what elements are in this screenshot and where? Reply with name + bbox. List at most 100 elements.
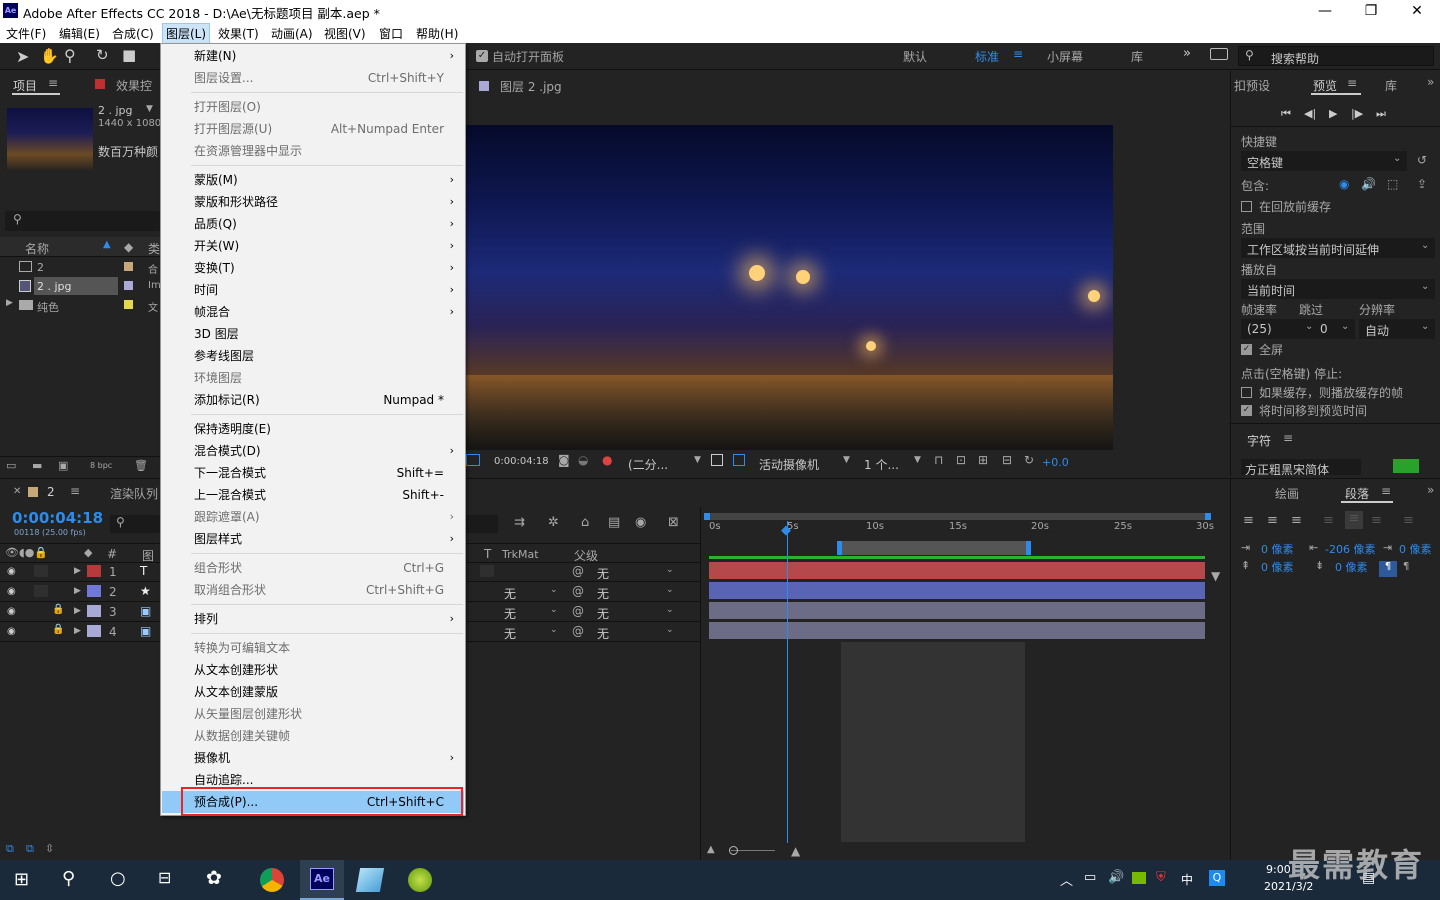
resolution-dropdown[interactable]: (二分... <box>628 456 668 473</box>
nvidia-icon[interactable] <box>1132 872 1146 884</box>
range-dropdown[interactable]: 工作区域按当前时间延伸 ⌄ <box>1241 238 1435 258</box>
volume-icon[interactable]: 🔊 <box>1108 870 1124 885</box>
menu-item[interactable]: 开关(W) › <box>162 235 464 257</box>
maximize-button[interactable]: ❐ <box>1348 0 1394 22</box>
indent-first-value[interactable]: -206 像素 <box>1325 541 1375 557</box>
menu-view[interactable]: 视图(V) <box>324 25 366 42</box>
visibility-icon[interactable]: ◉ <box>7 586 16 597</box>
justify-right-icon[interactable]: ≡ <box>1371 513 1382 528</box>
motion-blur-icon[interactable]: ◉ <box>635 515 646 530</box>
ime-indicator[interactable]: 中 <box>1181 871 1193 888</box>
menu-edit[interactable]: 编辑(E) <box>59 25 100 42</box>
play-from-dropdown[interactable]: 当前时间 ⌄ <box>1241 279 1435 299</box>
layer-bar-3[interactable] <box>709 602 1205 619</box>
panel-menu-icon[interactable]: ≡ <box>1381 484 1391 498</box>
paragraph-tab[interactable]: 段落 <box>1345 485 1369 502</box>
frame-blend-icon[interactable]: ▤ <box>608 515 620 530</box>
render-queue-tab[interactable]: 渲染队列 <box>110 485 158 502</box>
comp-marker-bin-icon[interactable]: ▼ <box>1211 569 1220 583</box>
timeline-tab[interactable]: 2 <box>47 485 55 499</box>
project-item[interactable]: ▶ 纯色 文 <box>0 296 160 316</box>
menu-item[interactable]: 混合模式(D) › <box>162 440 464 462</box>
label-color[interactable] <box>87 585 101 597</box>
auto-open-checkbox[interactable]: ✓ <box>476 50 488 62</box>
chevron-down-icon[interactable]: ⌄ <box>666 565 674 575</box>
menu-item[interactable]: 变换(T) › <box>162 257 464 279</box>
toggle-pixel-icon[interactable]: ⊓ <box>934 453 943 467</box>
chevron-down-icon[interactable]: ▼ <box>694 455 701 465</box>
sync-settings-icon[interactable] <box>1210 48 1228 60</box>
interpret-footage-icon[interactable]: ▭ <box>6 459 16 472</box>
lock-toggle[interactable] <box>34 585 48 597</box>
label-color[interactable] <box>87 625 101 637</box>
if-cache-checkbox[interactable] <box>1241 387 1252 398</box>
indent-left-value[interactable]: 0 像素 <box>1261 541 1294 557</box>
menu-item[interactable]: 蒙版(M) › <box>162 169 464 191</box>
visibility-icon[interactable]: ◉ <box>7 566 16 577</box>
navigator-start-handle[interactable] <box>704 513 710 520</box>
layer-bar-2[interactable] <box>709 582 1205 599</box>
reset-exposure-icon[interactable]: ⊡ <box>956 453 966 467</box>
resolution-dropdown[interactable]: 自动 ⌄ <box>1359 319 1435 339</box>
menu-item[interactable]: 品质(Q) › <box>162 213 464 235</box>
effect-controls-tab[interactable]: 效果控 <box>116 77 152 94</box>
effects-presets-tab[interactable]: 扣预设 <box>1234 77 1270 94</box>
expand-arrow-icon[interactable]: ▶ <box>74 606 81 616</box>
panel-menu-icon[interactable]: ≡ <box>70 484 80 498</box>
pickwhip-icon[interactable]: @ <box>572 564 584 578</box>
fullscreen-checkbox[interactable]: ✓ <box>1241 344 1252 355</box>
new-folder-icon[interactable]: ▬ <box>32 459 42 472</box>
chevron-down-icon[interactable]: ⌄ <box>550 625 558 635</box>
project-item[interactable]: 2 . jpg Im <box>0 277 161 297</box>
menu-item[interactable]: 蒙版和形状路径 › <box>162 191 464 213</box>
menu-item[interactable]: 新建(N) › <box>162 45 464 67</box>
chevron-down-icon[interactable]: ▼ <box>843 455 850 465</box>
new-comp-icon[interactable]: ▣ <box>58 459 68 472</box>
timeline-icon[interactable]: ⊟ <box>1002 453 1012 467</box>
next-frame-icon[interactable]: |▶ <box>1351 107 1363 120</box>
chevron-down-icon[interactable]: ⌄ <box>666 605 674 615</box>
panel-menu-icon[interactable]: ≡ <box>1347 76 1357 90</box>
menu-help[interactable]: 帮助(H) <box>416 25 458 42</box>
label-color[interactable] <box>87 565 101 577</box>
region-of-interest-icon[interactable] <box>466 454 480 466</box>
flowchart-icon[interactable]: ⊞ <box>978 453 988 467</box>
workspace-default[interactable]: 默认 <box>903 48 927 65</box>
navigator-end-handle[interactable] <box>1205 513 1211 520</box>
menu-animation[interactable]: 动画(A) <box>271 25 313 42</box>
time-graph[interactable]: 0s 5s 10s 15s 20s 25s 30s ◆ ▼ ▲ ▲ <box>700 507 1230 861</box>
fps-dropdown[interactable]: (25) ⌄ <box>1241 319 1319 339</box>
play-icon[interactable]: ▶ <box>1329 107 1337 120</box>
bpc-label[interactable]: 8 bpc <box>90 461 112 470</box>
security-icon[interactable]: ⛨ <box>1156 870 1166 885</box>
timeline-search-ext[interactable] <box>466 515 498 533</box>
menu-item[interactable]: 3D 图层 <box>162 323 464 345</box>
chevron-down-icon[interactable]: ⌄ <box>550 585 558 595</box>
parent-dropdown[interactable]: 无 <box>597 625 609 642</box>
task-view-icon[interactable]: ⊟ <box>158 868 171 887</box>
expand-arrow-icon[interactable]: ▶ <box>74 586 81 596</box>
preview-tab[interactable]: 预览 <box>1313 77 1337 94</box>
menu-composition[interactable]: 合成(C) <box>112 25 154 42</box>
viewer-timecode[interactable]: 0:00:04:18 <box>494 456 549 467</box>
reset-icon[interactable]: ↺ <box>1417 153 1427 167</box>
lock-toggle[interactable] <box>34 565 48 577</box>
trkmat-dropdown[interactable]: 无 <box>504 605 516 622</box>
transparency-grid-icon[interactable] <box>733 454 745 466</box>
export-icon[interactable]: ⇪ <box>1417 177 1427 191</box>
camera-tool-icon[interactable]: ■ <box>122 46 136 64</box>
menu-item[interactable]: 排列 › <box>162 608 464 630</box>
trkmat-dropdown[interactable]: 无 <box>504 625 516 642</box>
chevron-down-icon[interactable]: ⌄ <box>666 625 674 635</box>
exposure-value[interactable]: +0.0 <box>1042 456 1069 469</box>
column-type[interactable]: 类 <box>148 240 160 257</box>
menu-file[interactable]: 文件(F) <box>6 25 46 42</box>
tray-up-icon[interactable]: ︿ <box>1060 870 1073 889</box>
justify-left-icon[interactable]: ≡ <box>1323 513 1334 528</box>
lock-icon[interactable]: 🔒 <box>52 604 64 615</box>
menu-item[interactable]: 参考线图层 <box>162 345 464 367</box>
chevron-down-icon[interactable]: ⌄ <box>550 605 558 615</box>
network-icon[interactable]: ▭ <box>1084 870 1096 885</box>
indent-right-value[interactable]: 0 像素 <box>1399 541 1432 557</box>
label-color[interactable] <box>87 605 101 617</box>
